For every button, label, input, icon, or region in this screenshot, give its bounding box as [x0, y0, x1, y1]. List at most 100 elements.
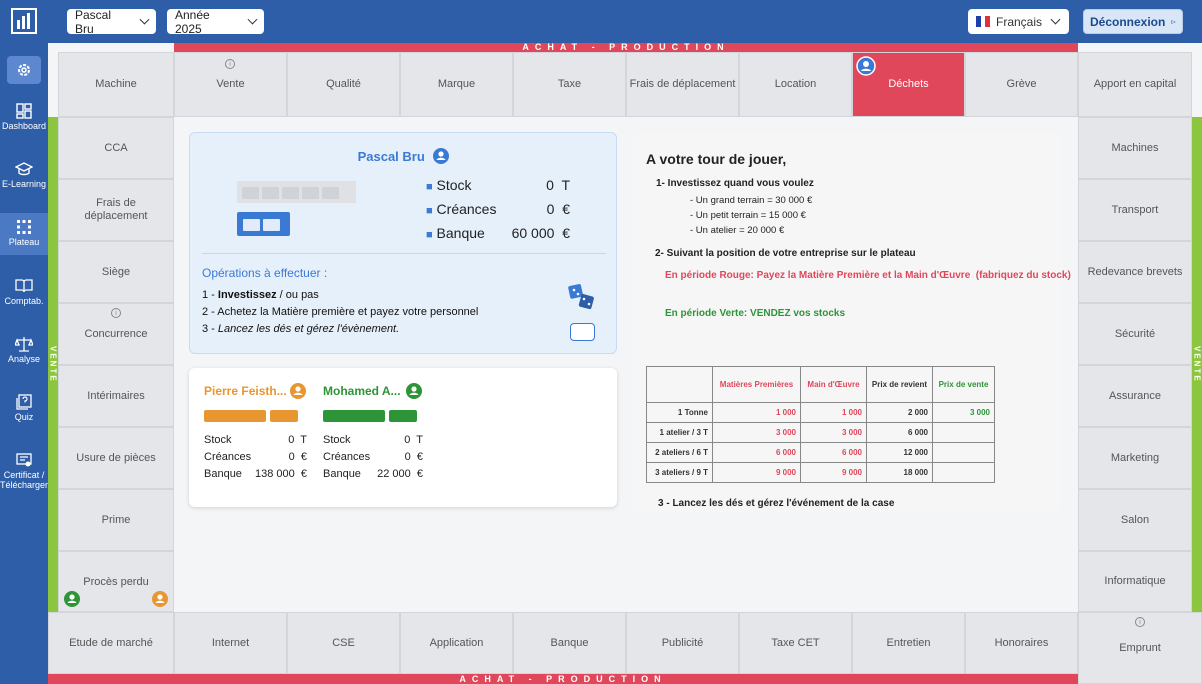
table-row: 1 atelier / 3 T3 000 3 000 6 000: [646, 422, 995, 443]
table-row: 2 ateliers / 6 T6 000 6 000 12 000: [646, 442, 995, 463]
cell-machines[interactable]: Machines: [1078, 117, 1192, 179]
cell-interimaires[interactable]: Intérimaires: [58, 365, 174, 427]
cell-salon[interactable]: Salon: [1078, 489, 1192, 551]
cell-siege[interactable]: Siège: [58, 241, 174, 303]
quiz-icon: [16, 394, 32, 410]
nav-label: Plateau: [8, 237, 40, 247]
cell-cca[interactable]: CCA: [58, 117, 174, 179]
cell-usure-pieces[interactable]: Usure de pièces: [58, 427, 174, 489]
chevron-down-icon: [1050, 14, 1061, 25]
table-row: 3 ateliers / 9 T9 000 9 000 18 000: [646, 462, 995, 483]
dice-icon[interactable]: [567, 282, 597, 312]
table-cell: [932, 422, 995, 443]
creances-label: Créances: [204, 451, 252, 463]
year-select[interactable]: Année 2025: [167, 7, 264, 36]
option-petit-terrain: - Un petit terrain = 15 000 €: [690, 210, 806, 221]
banque-unit: €: [300, 468, 307, 480]
logout-button[interactable]: Déconnexion: [1083, 9, 1183, 34]
logout-icon: [1171, 19, 1176, 24]
app-logo-icon[interactable]: [11, 8, 37, 34]
instructions-panel: A votre tour de jouer, 1- Investissez qu…: [633, 132, 1071, 512]
cell-taxe[interactable]: Taxe: [513, 52, 626, 117]
stock-value: 0: [404, 434, 411, 446]
stat-creances: ■ Créances 0 €: [426, 201, 570, 217]
cell-cse[interactable]: CSE: [287, 612, 400, 674]
year-select-value: Année 2025: [175, 7, 210, 36]
cell-entretien[interactable]: Entretien: [852, 612, 965, 674]
op-1-prefix: 1 -: [202, 289, 218, 301]
cell-frais-deplacement[interactable]: Frais de déplacement: [626, 52, 739, 117]
cell-informatique[interactable]: Informatique: [1078, 551, 1192, 612]
cell-etude-marche[interactable]: Etude de marché: [48, 612, 174, 674]
creances-unit: €: [416, 451, 423, 463]
other-players-panel: Pierre Feisth... Stock 0 T Créances 0 € Ba…: [189, 368, 617, 507]
info-icon[interactable]: i: [111, 308, 121, 318]
table-header: Matières Premières: [712, 366, 801, 403]
settings-button[interactable]: [7, 56, 41, 84]
cell-marketing[interactable]: Marketing: [1078, 427, 1192, 489]
other-player-header: Pierre Feisth...: [204, 382, 307, 400]
stock-value: 0: [288, 434, 295, 446]
right-stripe-vente: VENTE: [1192, 117, 1202, 612]
nav-item-comptab[interactable]: Comptab.: [0, 278, 48, 306]
other-player-stats: Stock 0 T Créances 0 € Banque 138 000 €: [204, 432, 307, 483]
nav-item-analyse[interactable]: Analyse: [0, 336, 48, 364]
info-icon[interactable]: i: [1135, 617, 1145, 627]
cell-taxe-cet[interactable]: Taxe CET: [739, 612, 852, 674]
nav-label: E-Learning: [1, 179, 47, 189]
cell-apport-capital[interactable]: Apport en capital: [1078, 52, 1192, 117]
factory-icon: [263, 219, 280, 231]
factory-icon: [242, 187, 259, 199]
nav-item-quiz[interactable]: Quiz: [0, 394, 48, 422]
cell-transport[interactable]: Transport: [1078, 179, 1192, 241]
cell-honoraires[interactable]: Honoraires: [965, 612, 1078, 674]
nav-label: Quiz: [14, 412, 34, 422]
language-select[interactable]: Français: [968, 9, 1069, 34]
table-cell: [932, 442, 995, 463]
cell-machine[interactable]: Machine: [58, 52, 174, 117]
nav-label: Dashboard: [1, 121, 47, 131]
dice-result-box[interactable]: [570, 323, 595, 341]
cell-frais-deplacement-left[interactable]: Frais de déplacement: [58, 179, 174, 241]
cell-greve[interactable]: Grève: [965, 52, 1078, 117]
factories-row: [323, 410, 423, 422]
table-cell: 1 atelier / 3 T: [646, 422, 713, 443]
factory-icon: [243, 219, 260, 231]
cell-location[interactable]: Location: [739, 52, 852, 117]
factory-icon: [302, 187, 319, 199]
creances-value: 0: [404, 451, 411, 463]
table-cell: 9 000: [800, 462, 867, 483]
nav-item-plateau[interactable]: Plateau: [0, 213, 48, 255]
cell-application[interactable]: Application: [400, 612, 513, 674]
table-header: Main d'Œuvre: [800, 366, 867, 403]
cell-qualite[interactable]: Qualité: [287, 52, 400, 117]
factory-icon: [262, 187, 279, 199]
step-3: 3 - Lancez les dés et gérez l'événement …: [658, 498, 895, 509]
nav-item-certificat[interactable]: Certificat / Télécharger: [0, 452, 48, 490]
table-cell: 6 000: [800, 442, 867, 463]
info-icon[interactable]: i: [225, 59, 235, 69]
cell-assurance[interactable]: Assurance: [1078, 365, 1192, 427]
chevron-down-icon: [139, 14, 150, 25]
stock-label: Stock: [323, 434, 351, 446]
table-cell: 2 ateliers / 6 T: [646, 442, 713, 463]
cell-marque[interactable]: Marque: [400, 52, 513, 117]
cell-securite[interactable]: Sécurité: [1078, 303, 1192, 365]
cell-internet[interactable]: Internet: [174, 612, 287, 674]
player-name: Pascal Bru: [357, 149, 425, 164]
stat-stock: Stock 0 T: [204, 432, 307, 449]
cell-publicite[interactable]: Publicité: [626, 612, 739, 674]
cell-redevance-brevets[interactable]: Redevance brevets: [1078, 241, 1192, 303]
bottom-stripe-achat-production: ACHAT - PRODUCTION: [48, 674, 1078, 684]
factory-icon: [323, 410, 385, 422]
cell-banque[interactable]: Banque: [513, 612, 626, 674]
table-header: Prix de revient: [866, 366, 933, 403]
nav-item-dashboard[interactable]: Dashboard: [0, 103, 48, 131]
nav-label: Certificat / Télécharger: [0, 470, 49, 490]
player-select[interactable]: Pascal Bru: [67, 8, 156, 36]
cell-prime[interactable]: Prime: [58, 489, 174, 551]
stat-creances: Créances 0 €: [323, 449, 423, 466]
factories-row: [204, 410, 307, 422]
table-cell: 2 000: [866, 402, 933, 423]
nav-item-elearning[interactable]: E-Learning: [0, 161, 48, 189]
